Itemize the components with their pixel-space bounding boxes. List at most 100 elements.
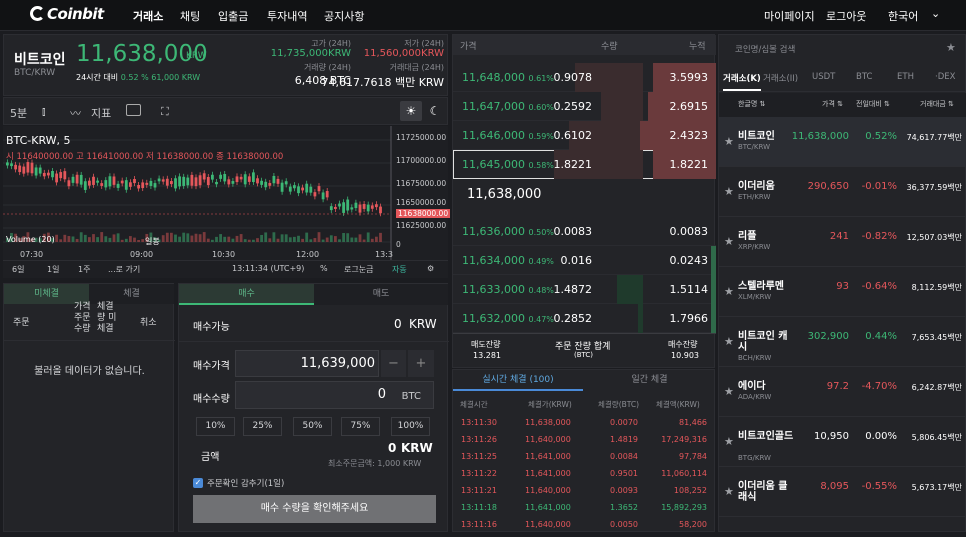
light-theme-icon[interactable]: ☀ — [400, 101, 422, 121]
tab-realtime[interactable]: 실시간 체결 (100) — [453, 370, 583, 391]
favorite-star-icon[interactable]: ★ — [724, 285, 734, 298]
market-row[interactable]: ★ 리플 XRP/KRW 241 -0.82% 12,507.03백만 — [719, 217, 966, 267]
nav-deposit[interactable]: 입출금 — [218, 8, 248, 24]
candle-body — [145, 182, 149, 185]
language-select[interactable]: 한국어 — [888, 8, 918, 24]
trade-time: 13:11:16 — [461, 520, 497, 529]
favorite-star-icon[interactable]: ★ — [724, 185, 734, 198]
qty-input[interactable]: 0 BTC — [235, 381, 434, 409]
volume-bar — [141, 239, 145, 242]
favorite-star-icon[interactable]: ★ — [724, 385, 734, 398]
checkbox-icon[interactable]: ✓ — [193, 478, 203, 488]
favorite-star-icon[interactable]: ★ — [724, 135, 734, 148]
volume-bar — [268, 238, 272, 242]
range-6d[interactable]: 6일 — [12, 264, 24, 275]
tab-buy[interactable]: 매수 — [179, 284, 314, 305]
y-tick: 0 — [396, 240, 401, 249]
chevron-down-icon[interactable]: ⌄ — [931, 7, 940, 20]
volume-bar — [71, 236, 75, 242]
tab-krw[interactable]: 거래소(K) — [723, 72, 761, 91]
tab-daily[interactable]: 일간 체결 — [583, 370, 716, 391]
market-row[interactable]: ★ 이더리움 클래식 8,095 -0.55% 5,673.17백만 — [719, 467, 966, 517]
submit-button[interactable]: 매수 수량을 확인해주세요 — [193, 495, 436, 523]
tab-eth[interactable]: ETH — [897, 72, 914, 82]
market-row[interactable]: ★ 비트코인 BTC/KRW 11,638,000 0.52% 74,617.77백만 — [719, 117, 966, 167]
pct-100-button[interactable]: 100% — [391, 417, 430, 436]
auto-scale-toggle[interactable]: 자동 — [392, 264, 407, 275]
price-chart[interactable]: BTC-KRW, 5 시 11640000.00 고 11641000.00 저… — [3, 126, 451, 276]
nav-logout[interactable]: 로그아웃 — [826, 8, 866, 24]
volume-bar — [67, 236, 71, 242]
tab-open-orders[interactable]: 미체결 — [4, 284, 89, 304]
star-icon[interactable]: ★ — [946, 41, 956, 54]
market-row[interactable]: ★ 이더리움 ETH/KRW 290,650 -0.01% 36,377.59백만 — [719, 167, 966, 217]
orderbook-row[interactable]: 11,632,000 0.47% 0.2852 1.7966 — [453, 304, 716, 333]
nav-exchange[interactable]: 거래소 — [133, 8, 163, 24]
candle-body — [342, 202, 345, 213]
tab-usdt[interactable]: USDT — [812, 72, 835, 82]
tab-sell[interactable]: 매도 — [314, 284, 448, 305]
orderbook-row[interactable]: 11,646,000 0.59% 0.6102 2.4323 — [453, 121, 716, 150]
orderbook-row[interactable]: 11,648,000 0.61% 0.9078 3.5993 — [453, 63, 716, 92]
favorite-star-icon[interactable]: ★ — [724, 485, 734, 498]
coin-name: 비트코인 — [738, 131, 775, 142]
pct-25-button[interactable]: 25% — [243, 417, 282, 436]
volume-bar — [334, 236, 337, 242]
range-1w[interactable]: 1주 — [78, 264, 90, 275]
min-order: 최소주문금액: 1,000 KRW — [328, 459, 422, 468]
indicator-button[interactable]: 지표 — [91, 105, 111, 121]
nav-history[interactable]: 투자내역 — [267, 8, 307, 24]
volume-bar — [186, 233, 190, 242]
percent-toggle[interactable]: % — [320, 264, 328, 273]
interval-select[interactable]: 5분 — [10, 105, 27, 121]
pct-50-button[interactable]: 50% — [293, 417, 332, 436]
col-change[interactable]: 전일대비 ⇅ — [856, 99, 890, 109]
nav-mypage[interactable]: 마이페이지 — [764, 8, 815, 24]
orderbook-row[interactable]: 11,645,000 0.58% 1.8221 1.8221 — [453, 150, 716, 179]
settings-icon[interactable]: ⚙ — [427, 264, 434, 273]
range-1d[interactable]: 1일 — [47, 264, 59, 275]
col-name[interactable]: 한글명 ⇅ — [738, 99, 765, 109]
candle-body — [293, 185, 296, 189]
indicator-icon[interactable]: 〰 — [70, 105, 81, 121]
tab-btc[interactable]: BTC — [856, 72, 872, 82]
coinbit-logo[interactable]: Coinbit — [30, 5, 104, 23]
price-input[interactable]: 11,639,000 — [235, 350, 379, 377]
col-volume[interactable]: 거래대금 ⇅ — [920, 99, 954, 109]
nav-chat[interactable]: 채팅 — [180, 8, 200, 24]
pct-75-button[interactable]: 75% — [341, 417, 380, 436]
candle-body — [26, 162, 30, 173]
nav-notice[interactable]: 공지사항 — [324, 8, 364, 24]
market-row[interactable]: ★ 스텔라루멘 XLM/KRW 93 -0.64% 8,112.59백만 — [719, 267, 966, 317]
orderbook-row[interactable]: 11,636,000 0.50% 0.0083 0.0083 — [453, 217, 716, 246]
qty-input-value: 0 — [377, 387, 386, 402]
pct-10-button[interactable]: 10% — [196, 417, 235, 436]
log-scale-toggle[interactable]: 로그눈금 — [344, 264, 373, 275]
orderbook-row[interactable]: 11,647,000 0.60% 0.2592 2.6915 — [453, 92, 716, 121]
tab-dex[interactable]: ·DEX — [935, 72, 955, 82]
volume-bar — [174, 234, 177, 242]
divider — [179, 341, 449, 342]
market-row[interactable]: ★ 비트코인 캐시 BCH/KRW 302,900 0.44% 7,653.45백만 — [719, 317, 966, 367]
goto-button[interactable]: ...로 가기 — [108, 264, 140, 275]
market-row[interactable]: ★ 에이다 ADA/KRW 97.2 -4.70% 6,242.87백만 — [719, 367, 966, 417]
dark-theme-icon[interactable]: ☾ — [424, 101, 446, 121]
favorite-star-icon[interactable]: ★ — [724, 335, 734, 348]
market-search[interactable]: 코인명/심볼 검색 ★ — [719, 35, 966, 62]
candle-type-icon[interactable]: ⫾ — [42, 105, 46, 119]
favorite-star-icon[interactable]: ★ — [724, 235, 734, 248]
col-mkt-price[interactable]: 가격 ⇅ — [822, 99, 843, 109]
tab-krw2[interactable]: 거래소(II) — [763, 72, 798, 84]
price-minus-button[interactable]: − — [381, 350, 406, 377]
candle-body — [272, 175, 276, 184]
price-plus-button[interactable]: + — [408, 350, 434, 377]
candle-body — [297, 186, 300, 194]
favorite-star-icon[interactable]: ★ — [724, 435, 734, 448]
trade-time: 13:11:21 — [461, 486, 497, 495]
orderbook-row[interactable]: 11,633,000 0.48% 1.4872 1.5114 — [453, 275, 716, 304]
orderbook-row[interactable]: 11,634,000 0.49% 0.016 0.0243 — [453, 246, 716, 275]
camera-icon[interactable] — [126, 104, 141, 116]
tab-filled-orders[interactable]: 체결 — [89, 284, 174, 304]
fullscreen-icon[interactable]: ⛶ — [161, 105, 169, 119]
market-row[interactable]: ★ 비트코인골드 BTG/KRW 10,950 0.00% 5,806.45백만 — [719, 417, 966, 467]
